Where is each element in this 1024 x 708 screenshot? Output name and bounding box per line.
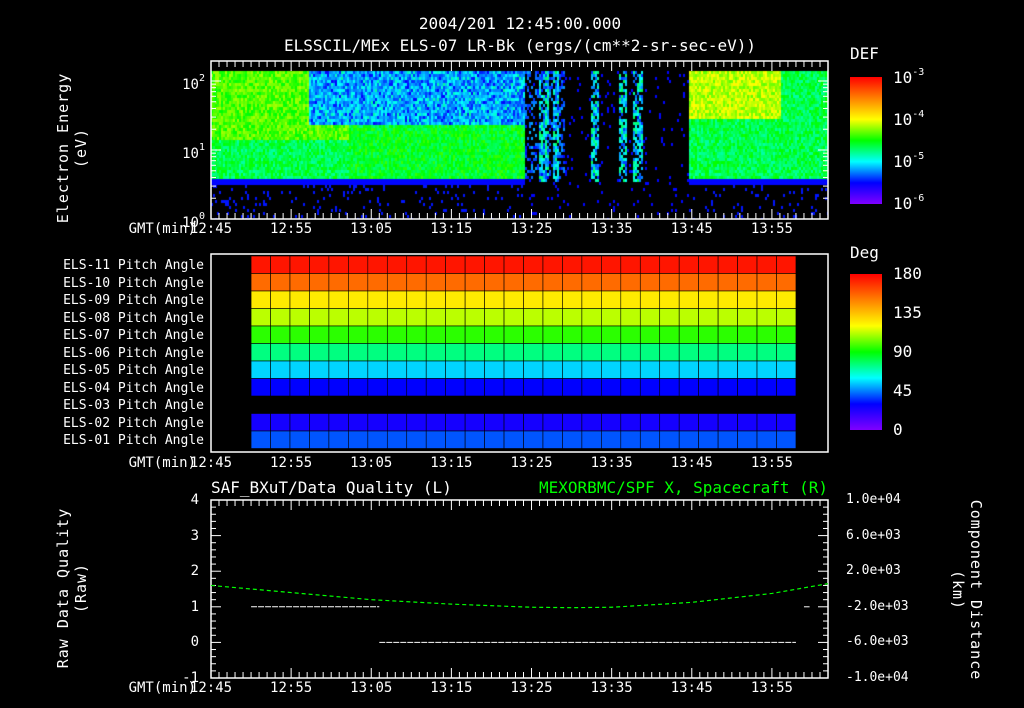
panel3-axes	[210, 499, 829, 679]
spacecraft-x-line	[210, 583, 829, 609]
panel3-frame	[210, 499, 829, 679]
